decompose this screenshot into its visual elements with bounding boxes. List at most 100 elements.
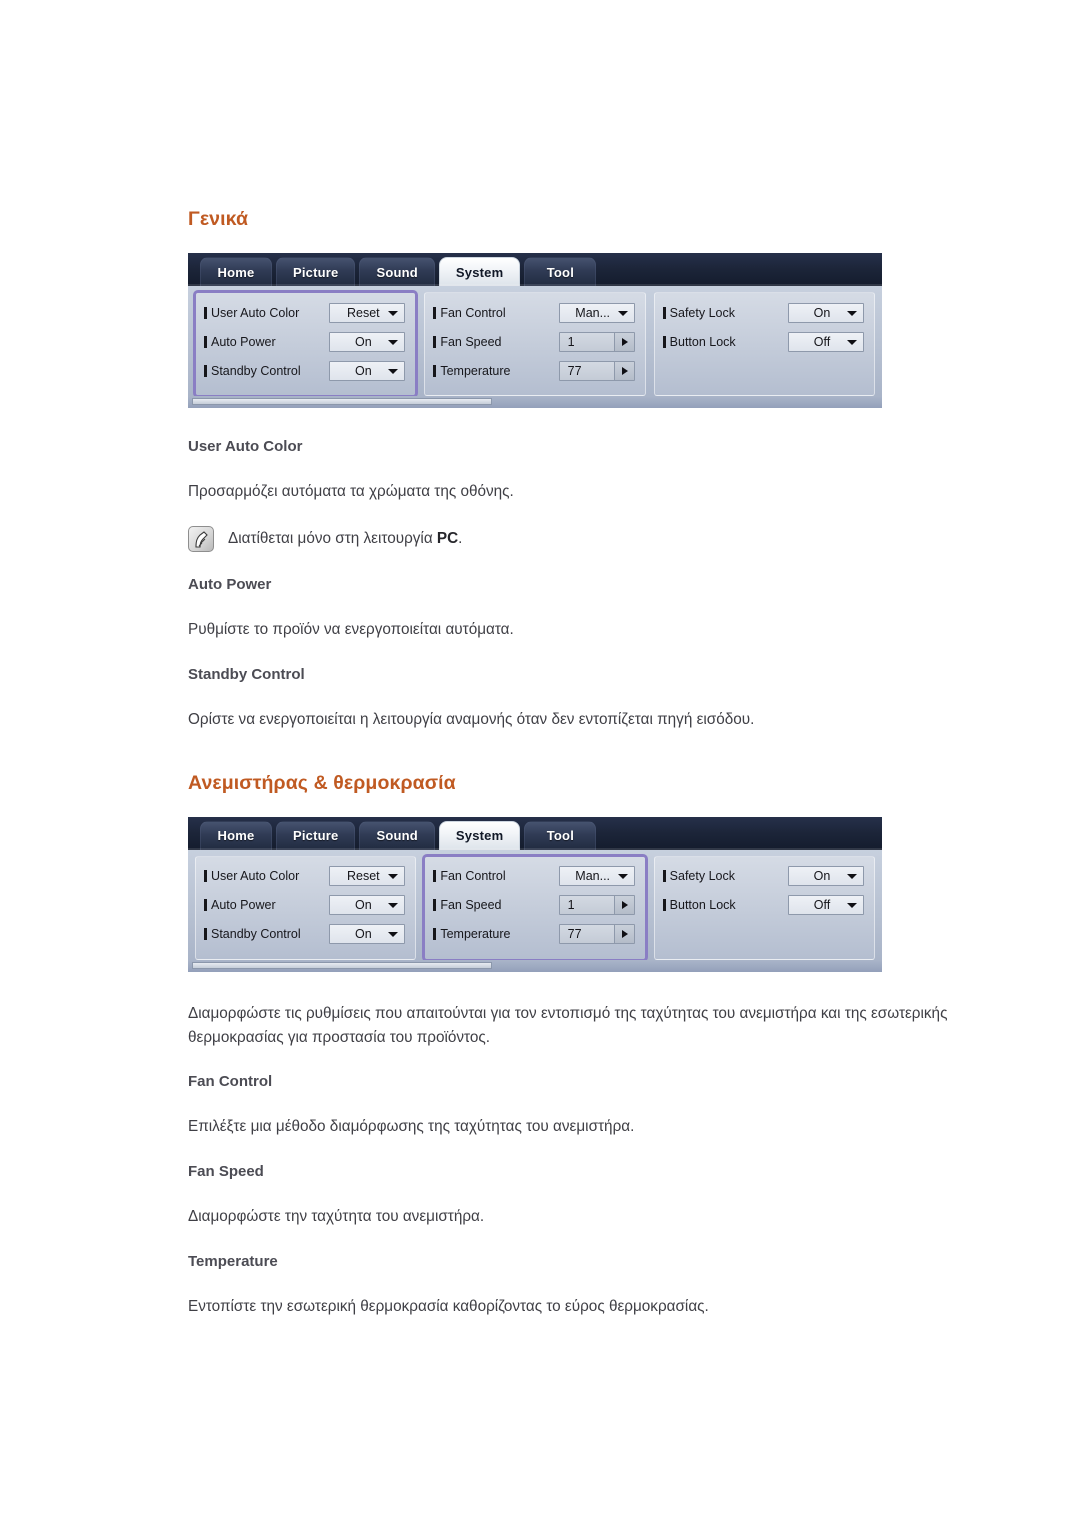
- dropdown-fan-control[interactable]: Man...: [558, 302, 635, 323]
- bullet-bar-icon: [662, 335, 666, 348]
- dropdown-safety-lock[interactable]: On: [787, 866, 864, 887]
- subheading-standby-control: Standby Control: [188, 665, 305, 683]
- bullet-bar-icon: [433, 306, 437, 319]
- tab-picture[interactable]: Picture: [276, 257, 356, 287]
- osd-tabbar: Home Picture Sound System Tool: [188, 816, 882, 850]
- osd-column-fan-temp: Fan Control Man... Fan Speed 1 Temperatu…: [424, 292, 646, 397]
- tab-tool[interactable]: Tool: [524, 820, 597, 850]
- osd-row-user-auto-color: User Auto Color Reset: [204, 301, 406, 324]
- osd-scrollbar[interactable]: [188, 959, 882, 972]
- label-auto-power: Auto Power: [204, 898, 329, 912]
- bullet-bar-icon: [204, 928, 207, 941]
- dropdown-user-auto-color[interactable]: Reset: [329, 866, 406, 887]
- tab-home[interactable]: Home: [200, 257, 272, 287]
- label-user-auto-color: User Auto Color: [204, 869, 329, 883]
- osd-row-standby-control: Standby Control On: [204, 359, 406, 382]
- note-text-bold: PC: [436, 530, 459, 548]
- label-text: Temperature: [440, 927, 511, 942]
- subheading-temperature: Temperature: [188, 1252, 278, 1270]
- note-text-after: .: [458, 530, 463, 548]
- subheading-auto-power: Auto Power: [188, 576, 272, 594]
- label-standby-control: Standby Control: [204, 364, 329, 378]
- bullet-bar-icon: [662, 306, 666, 319]
- chevron-down-icon: [388, 339, 399, 345]
- dropdown-safety-lock[interactable]: On: [787, 302, 864, 323]
- chevron-down-icon: [388, 874, 399, 880]
- chevron-right-icon[interactable]: [613, 332, 634, 351]
- osd-column-locks: Safety Lock On Button Lock Off: [653, 292, 875, 397]
- osd-body: User Auto Color Reset Auto Power On Stan…: [188, 849, 882, 962]
- note-text-before: Διατίθεται μόνο στη λειτουργία: [228, 530, 437, 548]
- tab-tool[interactable]: Tool: [524, 257, 597, 287]
- paragraph-standby-control: Ορίστε να ενεργοποιείται η λειτουργία αν…: [188, 710, 755, 728]
- chevron-right-icon[interactable]: [613, 361, 634, 380]
- bullet-bar-icon: [204, 364, 207, 377]
- label-button-lock: Button Lock: [662, 898, 788, 912]
- note-text: Διατίθεται μόνο στη λειτουργία PC.: [228, 530, 462, 548]
- dropdown-user-auto-color[interactable]: Reset: [329, 302, 406, 323]
- stepper-fan-speed[interactable]: 1: [558, 331, 635, 352]
- bullet-bar-icon: [433, 364, 437, 377]
- osd-tab-list: Home Picture Sound System Tool: [200, 820, 597, 850]
- section-heading-fan-temperature: Ανεμιστήρας & θερμοκρασία: [188, 771, 456, 794]
- osd-row-fan-control: Fan Control Man...: [433, 301, 635, 324]
- stepper-temperature[interactable]: 77: [558, 924, 635, 945]
- chevron-right-icon[interactable]: [613, 896, 634, 915]
- chevron-right-icon[interactable]: [613, 925, 634, 944]
- osd-panel-general: Home Picture Sound System Tool User Auto…: [188, 253, 882, 409]
- bullet-bar-icon: [433, 335, 437, 348]
- label-text: User Auto Color: [211, 869, 300, 884]
- osd-body: User Auto Color Reset Auto Power On Stan…: [188, 286, 882, 399]
- label-button-lock: Button Lock: [662, 335, 788, 349]
- label-fan-speed: Fan Speed: [433, 335, 558, 349]
- osd-column-fan-temp: Fan Control Man... Fan Speed 1 Temperatu…: [422, 853, 648, 962]
- label-text: Standby Control: [211, 363, 301, 378]
- osd-column-general-settings: User Auto Color Reset Auto Power On Stan…: [192, 290, 419, 399]
- osd-row-auto-power: Auto Power On: [204, 894, 406, 917]
- osd-row-button-lock: Button Lock Off: [662, 894, 864, 917]
- tab-home[interactable]: Home: [200, 820, 272, 850]
- dropdown-button-lock[interactable]: Off: [787, 895, 864, 916]
- tab-picture[interactable]: Picture: [276, 820, 356, 850]
- dropdown-standby-control[interactable]: On: [329, 360, 406, 381]
- dropdown-button-lock[interactable]: Off: [787, 331, 864, 352]
- label-temperature: Temperature: [433, 364, 558, 378]
- tab-system[interactable]: System: [438, 820, 521, 850]
- note-pc-only: Διατίθεται μόνο στη λειτουργία PC.: [188, 526, 888, 553]
- stepper-fan-speed[interactable]: 1: [558, 895, 635, 916]
- label-text: User Auto Color: [211, 305, 300, 320]
- dropdown-auto-power[interactable]: On: [329, 895, 406, 916]
- paragraph-temperature: Εντοπίστε την εσωτερική θερμοκρασία καθο…: [188, 1297, 709, 1315]
- osd-scrollbar[interactable]: [188, 396, 882, 409]
- osd-row-user-auto-color: User Auto Color Reset: [204, 865, 406, 888]
- osd-row-fan-control: Fan Control Man...: [433, 865, 635, 888]
- label-text: Fan Control: [440, 305, 506, 320]
- chevron-down-icon: [388, 368, 399, 374]
- stepper-temperature[interactable]: 77: [558, 360, 635, 381]
- subheading-fan-control: Fan Control: [188, 1073, 273, 1091]
- tab-system[interactable]: System: [438, 257, 521, 287]
- osd-scrollbar-thumb[interactable]: [192, 961, 492, 969]
- osd-tabbar: Home Picture Sound System Tool: [188, 253, 882, 287]
- osd-column-general-settings: User Auto Color Reset Auto Power On Stan…: [195, 855, 417, 960]
- paragraph-fan-speed: Διαμορφώστε την ταχύτητα του ανεμιστήρα.: [188, 1208, 485, 1225]
- osd-row-temperature: Temperature 77: [433, 923, 635, 946]
- chevron-down-icon: [846, 903, 857, 909]
- label-text: Auto Power: [211, 898, 276, 913]
- dropdown-standby-control[interactable]: On: [329, 924, 406, 945]
- dropdown-auto-power[interactable]: On: [329, 331, 406, 352]
- paragraph-user-auto-color: Προσαρμόζει αυτόματα τα χρώματα της οθόν…: [188, 483, 514, 501]
- chevron-down-icon: [388, 903, 399, 909]
- bullet-bar-icon: [204, 870, 207, 883]
- tab-sound[interactable]: Sound: [359, 257, 435, 287]
- osd-scrollbar-thumb[interactable]: [192, 398, 492, 406]
- osd-row-safety-lock: Safety Lock On: [662, 865, 864, 888]
- label-text: Auto Power: [211, 334, 276, 349]
- dropdown-fan-control[interactable]: Man...: [558, 866, 635, 887]
- label-user-auto-color: User Auto Color: [204, 306, 329, 320]
- paragraph-fan-temp-intro: Διαμορφώστε τις ρυθμίσεις που απαιτούντα…: [188, 1004, 948, 1046]
- document-content: Γενικά Home Picture Sound System Tool Us…: [188, 208, 947, 1318]
- label-fan-control: Fan Control: [433, 869, 558, 883]
- osd-row-auto-power: Auto Power On: [204, 330, 406, 353]
- tab-sound[interactable]: Sound: [359, 820, 435, 850]
